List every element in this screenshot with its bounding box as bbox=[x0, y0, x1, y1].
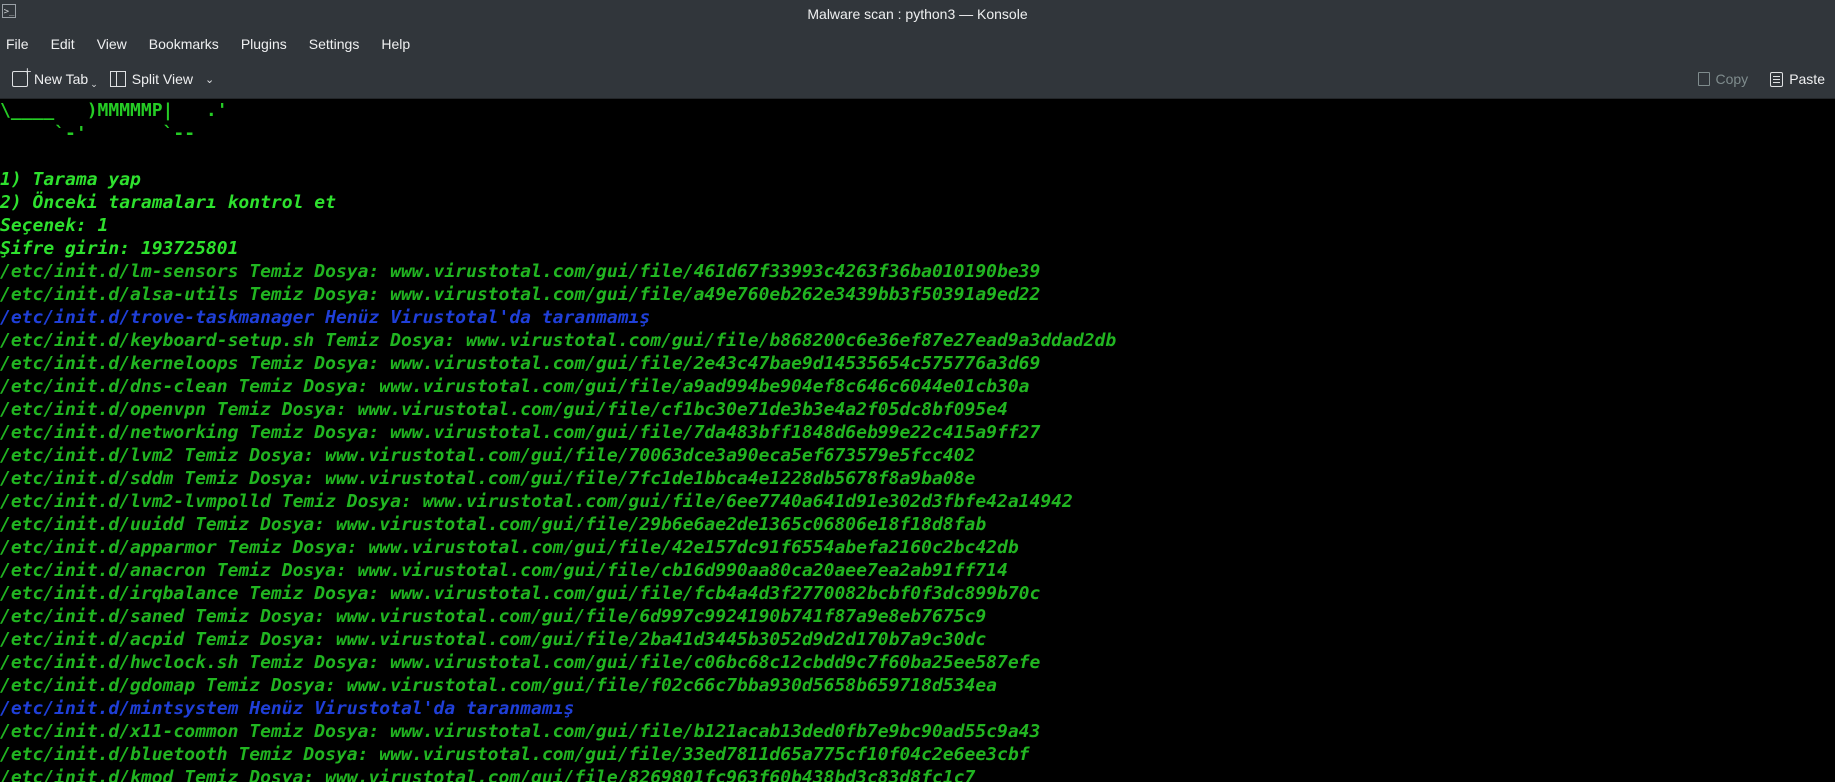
split-view-button[interactable]: Split View ⌄ bbox=[109, 71, 214, 87]
terminal-line: /etc/init.d/acpid Temiz Dosya: www.virus… bbox=[0, 629, 987, 650]
new-tab-icon bbox=[12, 65, 32, 87]
toolbar-right: Copy Paste bbox=[1697, 60, 1835, 98]
menu-bookmarks[interactable]: Bookmarks bbox=[149, 36, 219, 52]
terminal-line: /etc/init.d/sddm Temiz Dosya: www.virust… bbox=[0, 468, 976, 489]
menu-bar: File Edit View Bookmarks Plugins Setting… bbox=[0, 28, 1835, 60]
menu-file[interactable]: File bbox=[6, 36, 29, 52]
paste-label: Paste bbox=[1789, 71, 1825, 87]
paste-button[interactable]: Paste bbox=[1770, 71, 1825, 87]
copy-label: Copy bbox=[1715, 71, 1749, 87]
copy-icon bbox=[1697, 72, 1710, 86]
menu-help[interactable]: Help bbox=[381, 36, 410, 52]
terminal-line: Şifre girin: 193725801 bbox=[0, 238, 239, 259]
terminal-line: /etc/init.d/x11-common Temiz Dosya: www.… bbox=[0, 721, 1041, 742]
terminal-line: /etc/init.d/irqbalance Temiz Dosya: www.… bbox=[0, 583, 1041, 604]
paste-icon bbox=[1770, 71, 1784, 87]
terminal-line: /etc/init.d/mintsystem Henüz Virustotal'… bbox=[0, 698, 575, 719]
window-titlebar: >_ Malware scan : python3 — Konsole bbox=[0, 0, 1835, 28]
menu-view[interactable]: View bbox=[97, 36, 127, 52]
terminal-line: /etc/init.d/alsa-utils Temiz Dosya: www.… bbox=[0, 284, 1041, 305]
terminal-line: `-' `-- bbox=[0, 123, 196, 144]
chevron-down-icon[interactable]: ⌄ bbox=[205, 73, 214, 86]
terminal-line: /etc/init.d/anacron Temiz Dosya: www.vir… bbox=[0, 560, 1008, 581]
terminal-line: /etc/init.d/hwclock.sh Temiz Dosya: www.… bbox=[0, 652, 1041, 673]
terminal-line: /etc/init.d/trove-taskmanager Henüz Viru… bbox=[0, 307, 651, 328]
terminal-line: /etc/init.d/kerneloops Temiz Dosya: www.… bbox=[0, 353, 1041, 374]
terminal-line: /etc/init.d/uuidd Temiz Dosya: www.virus… bbox=[0, 514, 987, 535]
split-view-icon bbox=[109, 71, 126, 87]
terminal-line: /etc/init.d/networking Temiz Dosya: www.… bbox=[0, 422, 1041, 443]
terminal-line: /etc/init.d/lvm2 Temiz Dosya: www.virust… bbox=[0, 445, 976, 466]
new-tab-button[interactable]: New Tab ⌄ bbox=[12, 65, 98, 90]
terminal-line: \____ )MMMMMP| .' bbox=[0, 100, 228, 121]
terminal-output[interactable]: \____ )MMMMMP| .' `-' `-- 1) Tarama yap 2)… bbox=[0, 99, 1835, 782]
window-title: Malware scan : python3 — Konsole bbox=[807, 6, 1028, 22]
terminal-line: 1) Tarama yap bbox=[0, 169, 141, 190]
terminal-line: /etc/init.d/gdomap Temiz Dosya: www.viru… bbox=[0, 675, 997, 696]
terminal-line: /etc/init.d/keyboard-setup.sh Temiz Dosy… bbox=[0, 330, 1117, 351]
split-view-label: Split View bbox=[131, 71, 193, 87]
terminal-line: /etc/init.d/saned Temiz Dosya: www.virus… bbox=[0, 606, 987, 627]
new-tab-dropdown-icon[interactable]: ⌄ bbox=[90, 79, 98, 90]
new-tab-label: New Tab bbox=[34, 71, 89, 87]
toolbar: New Tab ⌄ Split View ⌄ Copy Paste bbox=[0, 60, 1835, 99]
terminal-line: /etc/init.d/lm-sensors Temiz Dosya: www.… bbox=[0, 261, 1041, 282]
menu-settings[interactable]: Settings bbox=[309, 36, 360, 52]
terminal-line: Seçenek: 1 bbox=[0, 215, 109, 236]
terminal-line: /etc/init.d/openvpn Temiz Dosya: www.vir… bbox=[0, 399, 1008, 420]
menu-plugins[interactable]: Plugins bbox=[241, 36, 287, 52]
terminal-line: /etc/init.d/lvm2-lvmpolld Temiz Dosya: w… bbox=[0, 491, 1073, 512]
copy-button[interactable]: Copy bbox=[1697, 71, 1749, 87]
terminal-line: /etc/init.d/apparmor Temiz Dosya: www.vi… bbox=[0, 537, 1019, 558]
terminal-line: 2) Önceki taramaları kontrol et bbox=[0, 192, 336, 213]
terminal-line: /etc/init.d/dns-clean Temiz Dosya: www.v… bbox=[0, 376, 1030, 397]
menu-edit[interactable]: Edit bbox=[51, 36, 75, 52]
terminal-line: /etc/init.d/bluetooth Temiz Dosya: www.v… bbox=[0, 744, 1030, 765]
terminal-line: /etc/init.d/kmod Temiz Dosya: www.virust… bbox=[0, 767, 976, 782]
